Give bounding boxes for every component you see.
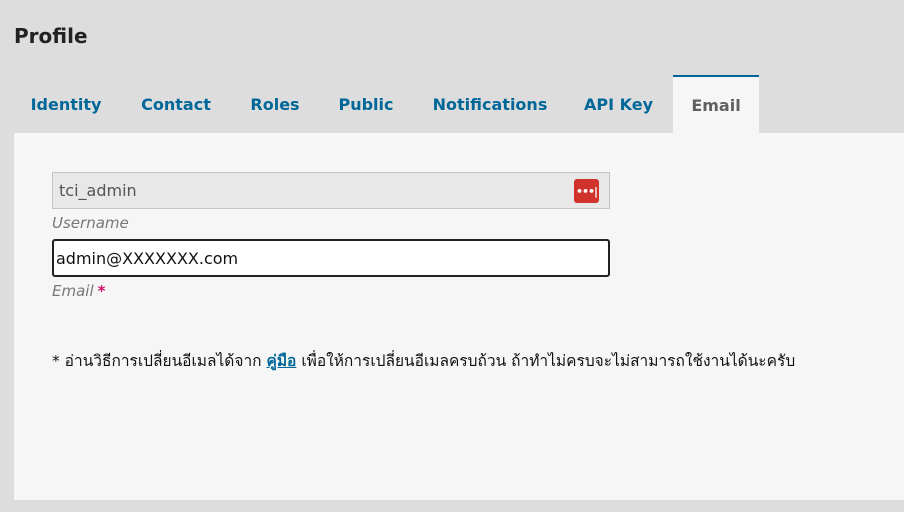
tab-contact[interactable]: Contact: [118, 75, 234, 133]
password-dots-icon[interactable]: •••|: [574, 179, 599, 203]
profile-tabs: Identity Contact Roles Public Notificati…: [14, 75, 904, 133]
manual-link[interactable]: คู่มือ: [266, 352, 296, 370]
tab-public[interactable]: Public: [316, 75, 416, 133]
email-field[interactable]: [52, 239, 610, 277]
tab-api-key[interactable]: API Key: [564, 75, 673, 133]
tab-email[interactable]: Email: [673, 75, 759, 133]
note-prefix: * อ่านวิธีการเปลี่ยนอีเมลได้จาก: [52, 352, 262, 370]
tab-roles[interactable]: Roles: [234, 75, 316, 133]
tab-identity[interactable]: Identity: [14, 75, 118, 133]
username-value: tci_admin: [59, 181, 137, 200]
required-asterisk: *: [97, 282, 106, 300]
page-title: Profile: [14, 24, 88, 48]
username-label: Username: [52, 214, 129, 232]
note-suffix: เพื่อให้การเปลี่ยนอีเมลครบถ้วน ถ้าทำไม่ค…: [301, 352, 796, 370]
email-label-text: Email: [52, 282, 94, 300]
email-tab-panel: tci_admin •••| Username Email* * อ่านวิธ…: [14, 133, 904, 500]
username-field: tci_admin •••|: [52, 172, 610, 209]
email-change-note: * อ่านวิธีการเปลี่ยนอีเมลได้จาก คู่มือ เ…: [52, 348, 795, 373]
tab-notifications[interactable]: Notifications: [416, 75, 564, 133]
profile-page: Profile Identity Contact Roles Public No…: [0, 0, 904, 512]
email-label: Email *: [52, 282, 105, 300]
